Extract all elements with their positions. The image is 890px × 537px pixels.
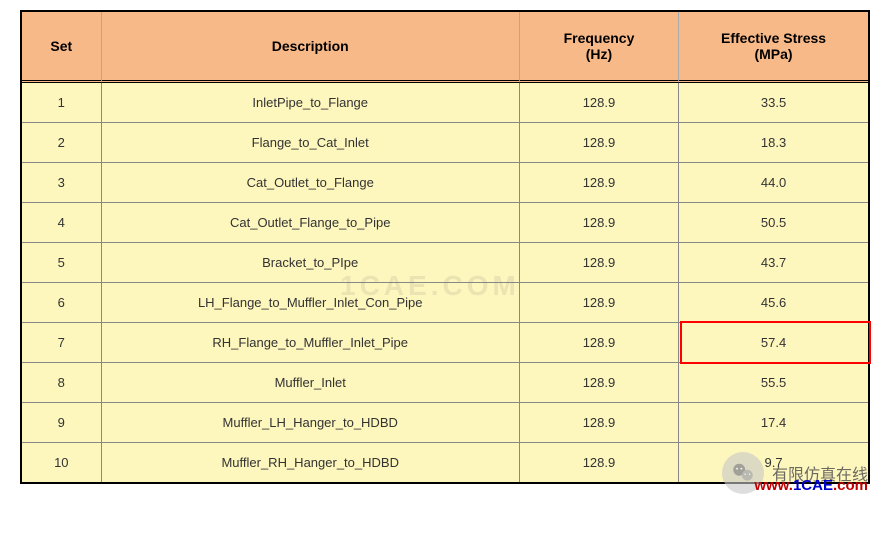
cell-frequency: 128.9: [520, 403, 679, 443]
cell-frequency: 128.9: [520, 363, 679, 403]
table-row: 6LH_Flange_to_Muffler_Inlet_Con_Pipe128.…: [22, 283, 868, 323]
table-row: 7RH_Flange_to_Muffler_Inlet_Pipe128.957.…: [22, 323, 868, 363]
table-row: 2Flange_to_Cat_Inlet128.918.3: [22, 123, 868, 163]
table-row: 1InletPipe_to_Flange128.933.5: [22, 83, 868, 123]
cell-frequency: 128.9: [520, 163, 679, 203]
table-row: 9Muffler_LH_Hanger_to_HDBD128.917.4: [22, 403, 868, 443]
cell-stress: 44.0: [679, 163, 868, 203]
cell-frequency: 128.9: [520, 443, 679, 482]
cell-description: Cat_Outlet_Flange_to_Pipe: [102, 203, 520, 243]
footer-url: www.1CAE.com: [754, 477, 868, 494]
cell-stress: 33.5: [679, 83, 868, 123]
cell-description: Muffler_RH_Hanger_to_HDBD: [102, 443, 520, 482]
cell-set: 2: [22, 123, 102, 163]
url-main: 1CAE: [793, 477, 833, 494]
cell-description: Muffler_LH_Hanger_to_HDBD: [102, 403, 520, 443]
cell-stress: 55.5: [679, 363, 868, 403]
cell-stress: 17.4: [679, 403, 868, 443]
table-row: 3Cat_Outlet_to_Flange128.944.0: [22, 163, 868, 203]
table-body: 1InletPipe_to_Flange128.933.52Flange_to_…: [22, 83, 868, 482]
header-set: Set: [22, 12, 102, 83]
url-prefix: www.: [754, 477, 793, 494]
cell-frequency: 128.9: [520, 283, 679, 323]
header-frequency: Frequency (Hz): [520, 12, 679, 83]
cell-description: Cat_Outlet_to_Flange: [102, 163, 520, 203]
cell-description: InletPipe_to_Flange: [102, 83, 520, 123]
stress-table: Set Description Frequency (Hz) Effective…: [20, 10, 870, 484]
cell-stress: 50.5: [679, 203, 868, 243]
cell-stress: 18.3: [679, 123, 868, 163]
cell-stress: 45.6: [679, 283, 868, 323]
cell-frequency: 128.9: [520, 203, 679, 243]
table-row: 5Bracket_to_PIpe128.943.7: [22, 243, 868, 283]
cell-description: RH_Flange_to_Muffler_Inlet_Pipe: [102, 323, 520, 363]
cell-set: 8: [22, 363, 102, 403]
cell-description: Muffler_Inlet: [102, 363, 520, 403]
table-row: 4Cat_Outlet_Flange_to_Pipe128.950.5: [22, 203, 868, 243]
cell-stress: 43.7: [679, 243, 868, 283]
url-suffix: .com: [833, 477, 868, 494]
cell-frequency: 128.9: [520, 243, 679, 283]
cell-frequency: 128.9: [520, 123, 679, 163]
cell-description: LH_Flange_to_Muffler_Inlet_Con_Pipe: [102, 283, 520, 323]
cell-stress: 57.4: [679, 323, 868, 363]
cell-set: 10: [22, 443, 102, 482]
header-stress: Effective Stress (MPa): [679, 12, 868, 83]
table-row: 8Muffler_Inlet128.955.5: [22, 363, 868, 403]
header-description: Description: [102, 12, 520, 83]
cell-description: Bracket_to_PIpe: [102, 243, 520, 283]
cell-set: 7: [22, 323, 102, 363]
cell-set: 5: [22, 243, 102, 283]
cell-set: 3: [22, 163, 102, 203]
table-header-row: Set Description Frequency (Hz) Effective…: [22, 12, 868, 83]
cell-set: 9: [22, 403, 102, 443]
cell-set: 1: [22, 83, 102, 123]
cell-set: 6: [22, 283, 102, 323]
cell-frequency: 128.9: [520, 323, 679, 363]
cell-frequency: 128.9: [520, 83, 679, 123]
cell-set: 4: [22, 203, 102, 243]
cell-description: Flange_to_Cat_Inlet: [102, 123, 520, 163]
